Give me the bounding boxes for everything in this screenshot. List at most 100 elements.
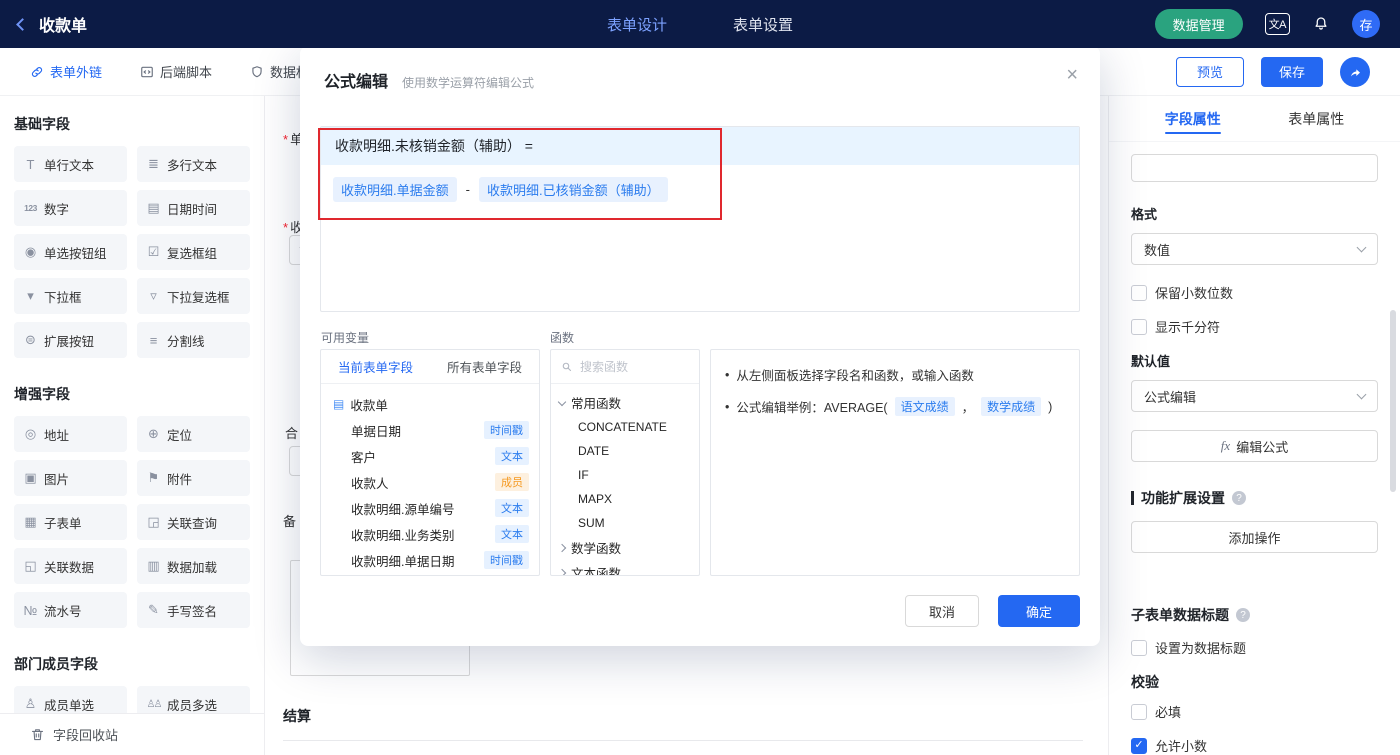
field-name-input[interactable]: [1131, 154, 1378, 182]
function-item[interactable]: MAPX: [551, 487, 699, 511]
palette-item-multi-dropdown[interactable]: ▿ 下拉复选框: [137, 278, 250, 314]
palette-item-dropdown[interactable]: ▾ 下拉框: [14, 278, 127, 314]
attachment-icon: ⚑: [147, 470, 160, 485]
type-badge: 成员: [495, 473, 529, 491]
set-data-title-checkbox[interactable]: [1131, 639, 1147, 656]
scrollbar[interactable]: [1390, 310, 1396, 492]
palette-item-divider[interactable]: ≡ 分割线: [137, 322, 250, 358]
thousands-separator-checkbox[interactable]: [1131, 318, 1147, 335]
backend-script-item[interactable]: 后端脚本: [140, 62, 212, 81]
variable-item[interactable]: 收款人 成员: [321, 469, 539, 495]
help-icon[interactable]: ?: [1232, 491, 1246, 505]
close-icon[interactable]: ×: [1066, 64, 1078, 87]
palette-item-image[interactable]: ▣ 图片: [14, 460, 127, 496]
help-icon[interactable]: ?: [1236, 608, 1250, 622]
checkbox-icon: ☑: [147, 244, 160, 259]
variables-panel: 当前表单字段 所有表单字段 ▤ 收款单 单据日期 时间戳 客户 文本 收款人 成员 收…: [320, 349, 540, 576]
palette-item-number[interactable]: 123 数字: [14, 190, 127, 226]
palette-item-label: 单选按钮组: [44, 246, 107, 261]
default-value-select[interactable]: 公式编辑: [1131, 380, 1378, 412]
palette-item-extend-button[interactable]: ⊜ 扩展按钮: [14, 322, 127, 358]
format-select[interactable]: 数值: [1131, 233, 1378, 265]
palette-item-location[interactable]: ⊕ 定位: [137, 416, 250, 452]
fx-icon: fx: [1220, 438, 1231, 453]
variable-item[interactable]: 收款明细.源单编号 文本: [321, 495, 539, 521]
share-button[interactable]: [1340, 56, 1370, 87]
function-group-common[interactable]: 常用函数: [551, 390, 699, 415]
field-label-fragment: 合: [285, 426, 299, 441]
variable-item[interactable]: 收款明细.业务类别 文本: [321, 521, 539, 547]
translate-icon[interactable]: 文A: [1264, 13, 1290, 35]
add-action-button[interactable]: 添加操作: [1131, 521, 1378, 553]
tab-form-settings[interactable]: 表单设置: [733, 14, 793, 35]
tab-field-properties[interactable]: 字段属性: [1131, 96, 1255, 141]
type-badge: 时间戳: [484, 421, 529, 439]
confirm-button[interactable]: 确定: [998, 595, 1080, 627]
palette-item-serial-number[interactable]: № 流水号: [14, 592, 127, 628]
address-icon: ◎: [24, 426, 37, 441]
palette-item-label: 定位: [167, 428, 193, 443]
tab-current-form-fields[interactable]: 当前表单字段: [321, 357, 430, 376]
palette-item-related-query[interactable]: ◲ 关联查询: [137, 504, 250, 540]
palette-item-related-data[interactable]: ◱ 关联数据: [14, 548, 127, 584]
tree-root-item[interactable]: ▤ 收款单: [321, 391, 539, 417]
palette-item-checkbox-group[interactable]: ☑ 复选框组: [137, 234, 250, 270]
palette-item-datetime[interactable]: ▤ 日期时间: [137, 190, 250, 226]
back-icon[interactable]: [16, 17, 29, 31]
avatar[interactable]: 存: [1352, 10, 1380, 38]
function-group-text[interactable]: 文本函数: [551, 560, 699, 575]
cancel-button[interactable]: 取消: [905, 595, 979, 627]
data-manage-button[interactable]: 数据管理: [1154, 9, 1243, 39]
formula-operand-chip[interactable]: 收款明细.单据金额: [333, 177, 457, 202]
palette-item-label: 多行文本: [167, 158, 218, 173]
related-data-icon: ◱: [24, 558, 37, 573]
palette-item-multi-line-text[interactable]: ≣ 多行文本: [137, 146, 250, 182]
save-button[interactable]: 保存: [1260, 56, 1323, 87]
palette-item-data-load[interactable]: ▥ 数据加载: [137, 548, 250, 584]
required-mark: *: [283, 132, 289, 147]
dropdown-icon: ▾: [27, 288, 34, 303]
palette-item-single-line-text[interactable]: T 单行文本: [14, 146, 127, 182]
tab-form-design[interactable]: 表单设计: [607, 14, 667, 35]
palette-item-label: 下拉复选框: [167, 290, 230, 305]
variable-name: 收款明细.业务类别: [351, 528, 455, 543]
variable-item[interactable]: 单据日期 时间戳: [321, 417, 539, 443]
decimal-places-checkbox[interactable]: [1131, 284, 1147, 301]
image-icon: ▣: [24, 470, 37, 485]
function-item[interactable]: CONCATENATE: [551, 415, 699, 439]
variable-item[interactable]: 收款明细.单据日期 时间戳: [321, 547, 539, 573]
required-option: 必填: [1131, 702, 1378, 721]
topbar-actions: 数据管理 文A 存: [1154, 9, 1380, 39]
palette-item-address[interactable]: ◎ 地址: [14, 416, 127, 452]
edit-formula-button[interactable]: fx 编辑公式: [1131, 430, 1378, 462]
allow-decimal-checkbox[interactable]: ✓: [1131, 737, 1147, 754]
preview-button[interactable]: 预览: [1175, 56, 1244, 87]
function-item[interactable]: SUM: [551, 511, 699, 535]
tab-all-form-fields[interactable]: 所有表单字段: [430, 357, 539, 376]
formula-help-panel: • 从左侧面板选择字段名和函数，或输入函数 • 公式编辑举例：AVERAGE( …: [710, 349, 1080, 576]
bell-icon[interactable]: [1312, 15, 1330, 33]
external-link-item[interactable]: 表单外链: [30, 62, 102, 81]
thousands-separator-option: 显示千分符: [1131, 317, 1378, 336]
variable-item[interactable]: 客户 文本: [321, 443, 539, 469]
function-group-label: 常用函数: [571, 397, 622, 411]
formula-operand-chip[interactable]: 收款明细.已核销金额（辅助）: [478, 177, 668, 202]
subform-title-label: 子表单数据标题: [1131, 607, 1229, 623]
function-item[interactable]: DATE: [551, 439, 699, 463]
required-checkbox[interactable]: [1131, 703, 1147, 720]
tab-form-properties[interactable]: 表单属性: [1255, 96, 1379, 141]
palette-item-subform[interactable]: ▦ 子表单: [14, 504, 127, 540]
document-icon: ▤: [333, 397, 345, 411]
formula-editor[interactable]: 收款明细.未核销金额（辅助） = 收款明细.单据金额 - 收款明细.已核销金额（…: [320, 126, 1080, 312]
palette-item-label: 日期时间: [167, 202, 218, 217]
field-recycle-bin[interactable]: 字段回收站: [0, 713, 264, 755]
palette-item-signature[interactable]: ✎ 手写签名: [137, 592, 250, 628]
multi-line-text-icon: ≣: [148, 156, 159, 171]
form-designer-app: { "topbar": { "title": "收款单", "tab_desig…: [0, 0, 1400, 755]
function-item[interactable]: IF: [551, 463, 699, 487]
trash-icon: [31, 729, 44, 741]
palette-item-attachment[interactable]: ⚑ 附件: [137, 460, 250, 496]
function-search-input[interactable]: 搜索函数: [551, 350, 699, 384]
function-group-math[interactable]: 数学函数: [551, 535, 699, 560]
palette-item-radio-group[interactable]: ◉ 单选按钮组: [14, 234, 127, 270]
